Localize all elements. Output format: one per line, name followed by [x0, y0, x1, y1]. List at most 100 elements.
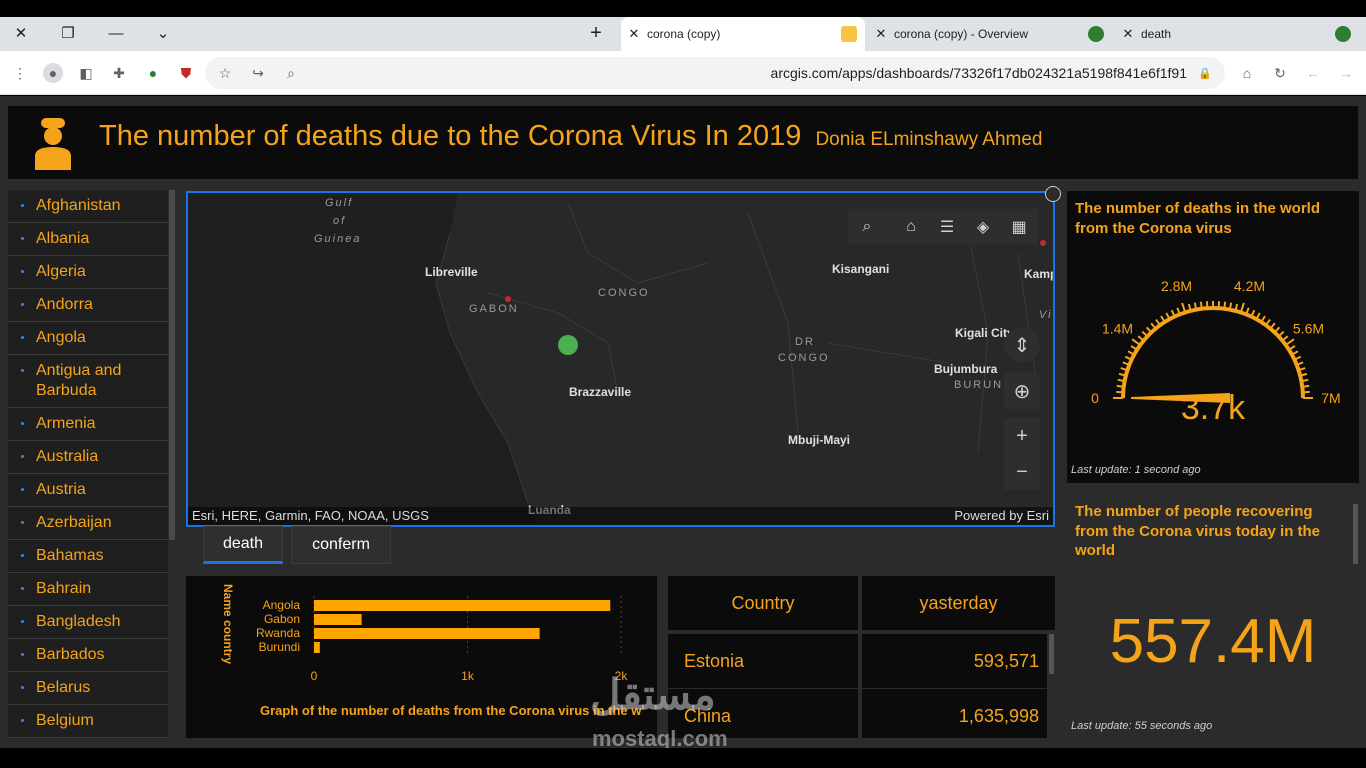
- list-item[interactable]: Austria: [8, 474, 168, 507]
- powered-by-text[interactable]: Powered by Esri: [954, 508, 1049, 523]
- list-item[interactable]: Bahamas: [8, 540, 168, 573]
- map-city-label: Mbuji-Mayi: [788, 433, 850, 447]
- country-name: Belarus: [36, 679, 91, 696]
- list-item[interactable]: Armenia: [8, 408, 168, 441]
- reload-icon[interactable]: ↻: [1270, 63, 1290, 83]
- bar[interactable]: [314, 642, 320, 653]
- search-icon[interactable]: ⌕: [852, 212, 882, 242]
- bullet-icon: [21, 270, 24, 273]
- tab-conferm-view[interactable]: conferm: [291, 526, 391, 564]
- profile-icon[interactable]: ●: [43, 63, 63, 83]
- home-icon[interactable]: ⌂: [1237, 63, 1257, 83]
- tab-corona-overview[interactable]: ✕ corona (copy) - Overview: [868, 17, 1112, 51]
- country-name: Barbados: [36, 646, 105, 663]
- list-item[interactable]: Algeria: [8, 256, 168, 289]
- bar[interactable]: [314, 600, 611, 611]
- list-item[interactable]: Australia: [8, 441, 168, 474]
- bullet-icon: [21, 303, 24, 306]
- map-water-label: of: [333, 215, 347, 227]
- list-item[interactable]: Bangladesh: [8, 606, 168, 639]
- attribution-text: Esri, HERE, Garmin, FAO, NOAA, USGS: [192, 508, 429, 523]
- bookmark-star-icon[interactable]: ☆: [215, 63, 235, 83]
- lock-icon: 🔒: [1198, 67, 1212, 80]
- restore-window-icon[interactable]: ❐: [50, 17, 86, 49]
- column-header-country[interactable]: Country: [668, 576, 858, 630]
- url-text[interactable]: arcgis.com/apps/dashboards/73326f17db024…: [771, 65, 1187, 81]
- recovering-panel: The number of people recovering from the…: [1067, 494, 1359, 740]
- compass-icon[interactable]: ⇕: [1004, 327, 1040, 363]
- home-icon[interactable]: ⌂: [896, 212, 926, 242]
- map-city-label: Bujumbura: [934, 362, 998, 376]
- zoom-icon[interactable]: ⌕: [281, 63, 301, 83]
- list-item[interactable]: Albania: [8, 223, 168, 256]
- list-item[interactable]: Antigua and Barbuda: [8, 355, 168, 408]
- zoom-in-icon[interactable]: +: [1004, 418, 1040, 454]
- bullet-icon: [21, 204, 24, 207]
- tab-search-icon[interactable]: ⌄: [145, 17, 181, 49]
- legend-icon[interactable]: ☰: [932, 212, 962, 242]
- list-item[interactable]: Bahrain: [8, 573, 168, 606]
- tab-death[interactable]: ✕ death: [1115, 17, 1359, 51]
- list-item[interactable]: Andorra: [8, 289, 168, 322]
- bullet-icon: [21, 620, 24, 623]
- gauge-tick: [1193, 302, 1198, 310]
- gauge-tick-label: 4.2M: [1234, 278, 1265, 294]
- tab-label: death: [222, 535, 264, 552]
- page-title: The number of deaths due to the Corona V…: [99, 120, 1043, 153]
- category-label: Burundi: [259, 640, 300, 654]
- ublock-icon[interactable]: ⛊: [176, 63, 196, 83]
- zoom-out-icon[interactable]: −: [1004, 454, 1040, 490]
- side-panel-icon[interactable]: ◧: [76, 63, 96, 83]
- tab-close-icon[interactable]: ✕: [1115, 26, 1141, 42]
- recovering-value: 557.4M: [1109, 607, 1317, 676]
- screen: ✕ ❐ — ⌄ + ✕ corona (copy) ✕ corona (copy…: [0, 0, 1366, 768]
- country-name: Afghanistan: [36, 197, 121, 214]
- address-bar[interactable]: ☆ ↪ ⌕ arcgis.com/apps/dashboards/73326f1…: [205, 57, 1225, 89]
- basemap-gallery-icon[interactable]: ▦: [1004, 212, 1034, 242]
- layers-icon[interactable]: ◈: [968, 212, 998, 242]
- locate-icon[interactable]: ⊕: [1004, 373, 1040, 409]
- list-item[interactable]: Afghanistan: [8, 190, 168, 223]
- list-item[interactable]: Barbados: [8, 639, 168, 672]
- panel-scrollbar[interactable]: [1353, 504, 1358, 564]
- column-header-yesterday[interactable]: yasterday: [862, 576, 1055, 630]
- list-item[interactable]: Belarus: [8, 672, 168, 705]
- panel-title: The number of people recovering from the…: [1075, 503, 1321, 559]
- tab-close-icon[interactable]: ✕: [621, 26, 647, 42]
- bar[interactable]: [314, 628, 540, 639]
- forward-icon[interactable]: →: [1336, 63, 1356, 83]
- country-name: Bahamas: [36, 547, 104, 564]
- country-name: Algeria: [36, 263, 86, 280]
- list-scrollbar[interactable]: [169, 190, 175, 540]
- menu-icon[interactable]: ⋮: [10, 63, 30, 83]
- back-icon[interactable]: ←: [1303, 63, 1323, 83]
- list-item[interactable]: Azerbaijan: [8, 507, 168, 540]
- table-scrollbar[interactable]: [1049, 634, 1054, 674]
- close-window-icon[interactable]: ✕: [3, 17, 39, 49]
- bullet-icon: [21, 488, 24, 491]
- list-item[interactable]: Belgium: [8, 705, 168, 738]
- tab-corona-copy[interactable]: ✕ corona (copy): [621, 17, 865, 51]
- share-icon[interactable]: ↪: [248, 63, 268, 83]
- gauge-tick: [1228, 302, 1233, 310]
- tab-death-view[interactable]: death: [203, 526, 283, 564]
- gauge-tick-label: 5.6M: [1293, 321, 1324, 337]
- table-cell: 593,571: [862, 634, 1047, 688]
- extensions-icon[interactable]: ✚: [109, 63, 129, 83]
- bar[interactable]: [314, 614, 362, 625]
- new-tab-icon[interactable]: +: [578, 17, 614, 49]
- fullscreen-icon[interactable]: [1045, 186, 1061, 202]
- list-item[interactable]: Angola: [8, 322, 168, 355]
- minimize-window-icon[interactable]: —: [98, 17, 134, 49]
- gauge-arc: [1121, 306, 1305, 399]
- map-view[interactable]: Gulf of Guinea Libreville GABON CONGO Ki…: [186, 191, 1055, 527]
- tab-close-icon[interactable]: ✕: [868, 26, 894, 42]
- bullet-icon: [21, 686, 24, 689]
- extension-globe-icon[interactable]: ●: [143, 63, 163, 83]
- country-list[interactable]: Afghanistan Albania Algeria Andorra Angola An…: [8, 190, 168, 738]
- deaths-bar-chart: Angola Gabon Rwanda Burundi 0 1k 2k Name countr…: [186, 576, 657, 738]
- map-water-label: Guinea: [314, 233, 362, 245]
- bullet-icon: [21, 521, 24, 524]
- gauge-tick-label: 2.8M: [1161, 278, 1192, 294]
- gauge-tick: [1269, 322, 1276, 330]
